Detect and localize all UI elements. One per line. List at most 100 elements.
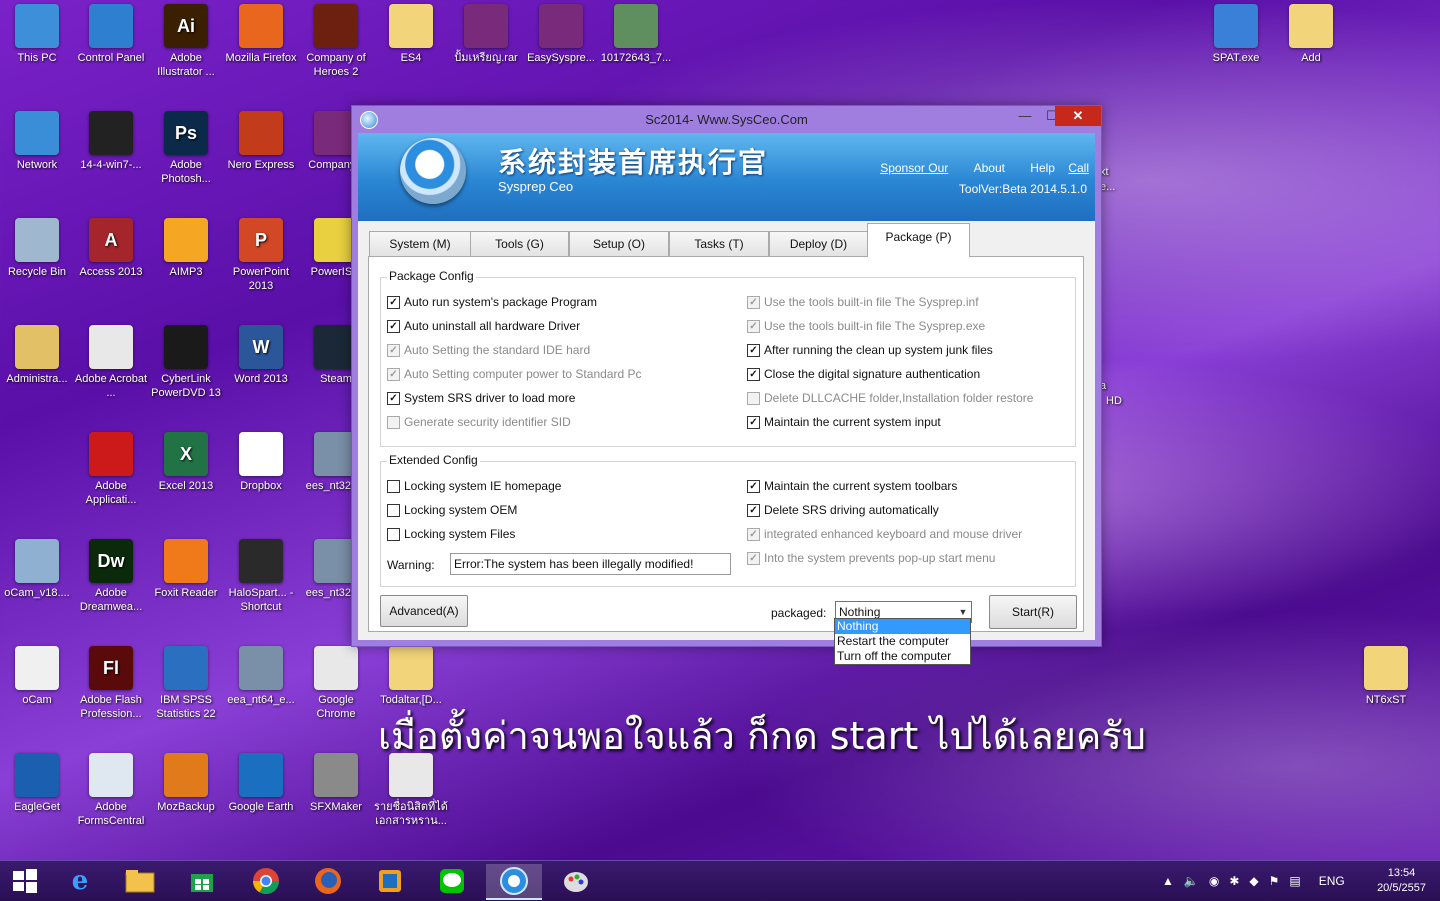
checkbox-option[interactable]: ✓ System SRS driver to load more [387,391,575,405]
window-titlebar[interactable]: Sc2014- Www.SysCeo.Com — ☐ ✕ [352,106,1101,132]
desktop-icon[interactable]: Ps Adobe Photosh... [149,111,223,186]
chrome-icon[interactable] [238,864,294,898]
show-hidden-icons-icon[interactable]: ▲ [1162,874,1174,888]
checkmark-icon[interactable]: ✓ [747,503,760,517]
bluetooth-icon[interactable]: ✱ [1229,874,1239,888]
checkbox-option[interactable]: ✓ After running the clean up system junk … [747,343,993,357]
desktop-icon[interactable]: Google Chrome [299,646,373,721]
desktop-icon[interactable]: oCam_v18.... [0,539,74,600]
desktop-icon[interactable]: Dw Adobe Dreamwea... [74,539,148,614]
option-shutdown[interactable]: Turn off the computer [835,649,970,664]
desktop-icon[interactable]: 10172643_7... [599,4,673,65]
start-button[interactable]: Start(R) [989,595,1077,629]
internet-explorer-icon[interactable]: e [52,864,108,898]
checkmark-icon[interactable]: ✓ [387,319,400,333]
desktop-icon[interactable]: MozBackup [149,753,223,814]
checkmark-icon[interactable]: ✓ [747,415,760,429]
desktop-icon[interactable]: Recycle Bin [0,218,74,279]
paint-icon[interactable] [548,864,604,898]
desktop-icon[interactable]: oCam [0,646,74,707]
desktop-icon[interactable]: CyberLink PowerDVD 13 [149,325,223,400]
desktop-icon[interactable]: ปั้มเหรียญ.rar [449,4,523,65]
desktop-icon[interactable]: Administra... [0,325,74,386]
antivirus-icon[interactable]: ◉ [1209,874,1219,888]
desktop-icon[interactable]: P PowerPoint 2013 [224,218,298,293]
desktop-icon[interactable]: This PC [0,4,74,65]
desktop-icon[interactable]: Todaltar,[D... [374,646,448,707]
checkmark-icon[interactable]: ✓ [387,295,400,309]
desktop-icon[interactable]: SFXMaker [299,753,373,814]
desktop-icon[interactable]: EagleGet [0,753,74,814]
checkbox-option[interactable]: ✓ Auto run system's package Program [387,295,597,309]
checkbox-empty-icon[interactable] [387,503,400,517]
sysceo-icon[interactable] [486,864,542,900]
store-icon[interactable] [174,864,230,898]
desktop-icon[interactable]: Network [0,111,74,172]
desktop-icon[interactable]: 14-4-win7-... [74,111,148,172]
start-icon[interactable] [0,864,50,898]
call-link[interactable]: Call [1068,161,1089,175]
checkbox-option[interactable]: ✓ Maintain the current system input [747,415,941,429]
desktop-icon[interactable]: Company of Heroes 2 [299,4,373,79]
firefox-icon[interactable] [300,864,356,898]
desktop-icon[interactable]: Foxit Reader [149,539,223,600]
desktop-icon[interactable]: IBM SPSS Statistics 22 [149,646,223,721]
tab-package[interactable]: Package (P) [867,223,970,257]
desktop-icon[interactable]: Add [1274,4,1348,65]
desktop-icon[interactable]: Adobe Acrobat ... [74,325,148,400]
desktop-icon[interactable]: NT6xST [1349,646,1423,707]
option-nothing[interactable]: Nothing [835,619,970,634]
checkbox-option[interactable]: Locking system Files [387,527,515,541]
checkbox-empty-icon[interactable] [387,527,400,541]
checkmark-icon[interactable]: ✓ [387,391,400,405]
checkmark-icon[interactable]: ✓ [747,343,760,357]
desktop-icon[interactable]: A Access 2013 [74,218,148,279]
desktop-icon[interactable]: Control Panel [74,4,148,65]
desktop-icon[interactable]: Ai Adobe Illustrator ... [149,4,223,79]
checkmark-icon[interactable]: ✓ [747,479,760,493]
checkbox-option[interactable]: Locking system OEM [387,503,517,517]
desktop-icon[interactable]: W Word 2013 [224,325,298,386]
checkbox-option[interactable]: ✓ Close the digital signature authenticat… [747,367,980,381]
file-explorer-icon[interactable] [112,864,168,898]
minimize-button[interactable]: — [1011,106,1039,126]
desktop-icon[interactable]: X Excel 2013 [149,432,223,493]
checkbox-option[interactable]: ✓ Delete SRS driving automatically [747,503,939,517]
tab-system[interactable]: System (M) [369,231,471,256]
option-restart[interactable]: Restart the computer [835,634,970,649]
checkmark-icon[interactable]: ✓ [747,367,760,381]
line-icon[interactable] [424,864,480,898]
action-center-icon[interactable]: ⚑ [1269,874,1280,888]
desktop-icon[interactable]: HaloSpart... - Shortcut [224,539,298,614]
tab-tasks[interactable]: Tasks (T) [669,231,769,256]
desktop-icon[interactable]: eea_nt64_e... [224,646,298,707]
checkbox-option[interactable]: ✓ Maintain the current system toolbars [747,479,957,493]
tab-setup[interactable]: Setup (O) [569,231,669,256]
desktop-icon[interactable]: ES4 [374,4,448,65]
desktop-icon[interactable]: Mozilla Firefox [224,4,298,65]
desktop-icon[interactable]: Adobe Applicati... [74,432,148,507]
tab-tools[interactable]: Tools (G) [470,231,569,256]
checkbox-empty-icon[interactable] [387,479,400,493]
desktop-icon[interactable]: Dropbox [224,432,298,493]
dropbox-tray-icon[interactable]: ◆ [1249,874,1258,888]
about-link[interactable]: About [974,161,1005,175]
desktop-icon[interactable]: SPAT.exe [1199,4,1273,65]
volume-icon[interactable]: 🔈 [1184,874,1199,888]
desktop-icon[interactable]: Adobe FormsCentral [74,753,148,828]
warning-message-input[interactable]: Error:The system has been illegally modi… [450,553,731,575]
checkbox-option[interactable]: Locking system IE homepage [387,479,561,493]
language-indicator[interactable]: ENG [1319,874,1345,888]
checkbox-option[interactable]: ✓ Auto uninstall all hardware Driver [387,319,580,333]
desktop-icon[interactable]: Google Earth [224,753,298,814]
sponsor-link[interactable]: Sponsor Our [880,161,948,175]
clock[interactable]: 13:54 20/5/2557 [1377,866,1426,896]
tab-deploy[interactable]: Deploy (D) [769,231,868,256]
desktop-icon[interactable]: EasySyspre... [524,4,598,65]
close-button[interactable]: ✕ [1055,106,1101,126]
desktop-icon[interactable]: Nero Express [224,111,298,172]
outlook-icon[interactable] [362,864,418,898]
network-tray-icon[interactable]: ▤ [1289,874,1300,888]
help-link[interactable]: Help [1030,161,1055,175]
desktop-icon[interactable]: Fl Adobe Flash Profession... [74,646,148,721]
